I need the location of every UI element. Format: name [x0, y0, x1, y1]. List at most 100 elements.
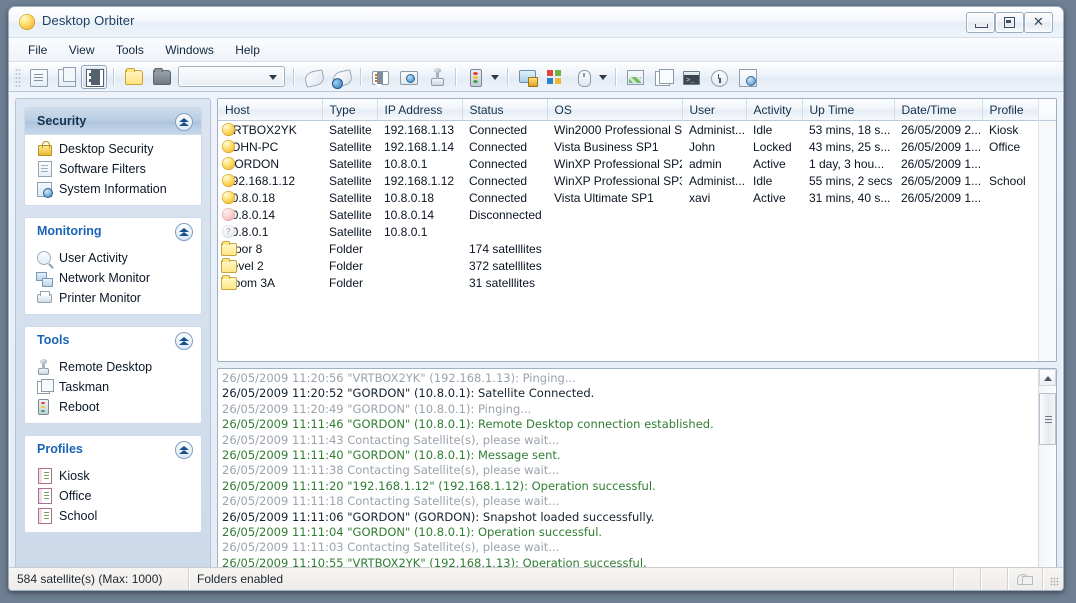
column-header-uptime[interactable]: Up Time	[802, 99, 895, 121]
satellite-info-button[interactable]	[328, 65, 354, 89]
column-header-type[interactable]: Type	[322, 99, 378, 121]
close-button[interactable]: ✕	[1024, 12, 1053, 33]
menu-item-help[interactable]: Help	[226, 41, 269, 59]
system-info-icon	[739, 68, 757, 87]
cell-datetime: 26/05/2009 1...	[901, 156, 982, 171]
mouse-button[interactable]	[570, 65, 596, 89]
remote-control-button[interactable]	[423, 65, 449, 89]
table-row[interactable]: 10.8.0.18 Satellite 10.8.0.18 Connected Vist…	[218, 189, 1056, 206]
sidebar-group-header-tools[interactable]: Tools	[25, 327, 201, 353]
windows-button[interactable]	[542, 65, 568, 89]
chevron-up-icon[interactable]	[175, 441, 193, 459]
cell-uptime	[802, 257, 894, 274]
toolbar-grip[interactable]	[14, 66, 21, 87]
cell-host: GORDON	[218, 155, 322, 172]
column-header-ip-address[interactable]: IP Address	[377, 99, 463, 121]
menu-item-view[interactable]: View	[60, 41, 104, 59]
sidebar-item-school[interactable]: School	[25, 506, 201, 526]
resize-grip-icon[interactable]	[1043, 568, 1063, 590]
sidebar-item-label: Network Monitor	[59, 271, 150, 285]
toolbar-separator	[293, 67, 294, 86]
connection-icon[interactable]	[1008, 568, 1043, 590]
satellite-button[interactable]	[300, 65, 326, 89]
column-header-host[interactable]: Host	[218, 99, 323, 121]
mouse-dropdown-arrow[interactable]	[597, 66, 610, 88]
scrollbar-thumb[interactable]	[1039, 393, 1056, 445]
menu-item-tools[interactable]: Tools	[107, 41, 153, 59]
stack-windows-icon	[37, 379, 54, 394]
sidebar-item-office[interactable]: Office	[25, 486, 201, 506]
scroll-up-button[interactable]	[1039, 369, 1056, 386]
folder-dark-button[interactable]	[148, 65, 174, 89]
column-header-activity[interactable]: Activity	[746, 99, 803, 121]
cell-datetime	[894, 274, 982, 291]
cell-status: Disconnected	[469, 207, 542, 222]
sidebar-item-label: Office	[59, 489, 92, 503]
new-document-button[interactable]	[25, 65, 51, 89]
column-header-datetime[interactable]: Date/Time	[894, 99, 983, 121]
chevron-up-icon[interactable]	[175, 332, 193, 350]
table-row[interactable]: Room 3A Folder 31 satelllites	[218, 274, 1056, 291]
sidebar-item-system-information[interactable]: System Information	[25, 179, 201, 199]
table-row[interactable]: 10.8.0.14 Satellite 10.8.0.14 Disconnected	[218, 206, 1056, 223]
system-info-button[interactable]	[734, 65, 760, 89]
status-spacer-2	[981, 568, 1008, 590]
table-row[interactable]: GORDON Satellite 10.8.0.1 Connected WinXP Pr…	[218, 155, 1056, 172]
cell-os	[547, 240, 682, 257]
status-folders-state: Folders enabled	[189, 568, 954, 590]
menu-item-file[interactable]: File	[19, 41, 56, 59]
list-view-button[interactable]	[81, 64, 107, 89]
sidebar-item-kiosk[interactable]: Kiosk	[25, 466, 201, 486]
sidebar-item-printer-monitor[interactable]: Printer Monitor	[25, 288, 201, 308]
sidebar-item-software-filters[interactable]: Software Filters	[25, 159, 201, 179]
sidebar-item-remote-desktop[interactable]: Remote Desktop	[25, 357, 201, 377]
profile-icon	[38, 468, 52, 484]
monitor-lock-icon	[519, 69, 538, 87]
joystick-icon	[38, 359, 49, 375]
sidebar-item-desktop-security[interactable]: Desktop Security	[25, 139, 201, 159]
column-header-os[interactable]: OS	[547, 99, 683, 121]
column-label: Type	[329, 102, 356, 117]
chevron-up-icon[interactable]	[175, 223, 193, 241]
command-prompt-button[interactable]	[678, 65, 704, 89]
message-button[interactable]	[367, 65, 393, 89]
log-vertical-scrollbar[interactable]	[1038, 369, 1056, 584]
maximize-button[interactable]	[995, 12, 1024, 33]
folder-button[interactable]	[120, 65, 146, 89]
sidebar-group-security: Security Desktop Security Software Filte…	[24, 107, 202, 206]
reboot-dropdown-arrow[interactable]	[489, 66, 502, 88]
sidebar-group-header-security[interactable]: Security	[25, 108, 201, 135]
lock-desktop-button[interactable]	[514, 65, 540, 89]
sidebar-item-network-monitor[interactable]: Network Monitor	[25, 268, 201, 288]
cell-ip: 192.168.1.13	[384, 122, 455, 137]
cell-host: 10.8.0.14	[218, 206, 322, 223]
table-row[interactable]: 192.168.1.12 Satellite 192.168.1.12 Connect…	[218, 172, 1056, 189]
grid-vertical-scrollbar[interactable]	[1038, 99, 1056, 361]
column-header-user[interactable]: User	[682, 99, 747, 121]
sidebar-item-label: Remote Desktop	[59, 360, 153, 374]
taskman-button[interactable]	[650, 65, 676, 89]
reboot-button[interactable]	[462, 65, 488, 89]
sidebar-item-user-activity[interactable]: User Activity	[25, 248, 201, 268]
cell-type: Satellite	[329, 190, 372, 205]
table-row[interactable]: 10.8.0.1 Satellite 10.8.0.1	[218, 223, 1056, 240]
chevron-up-icon[interactable]	[175, 113, 193, 131]
folder-select-combo[interactable]	[178, 66, 285, 87]
cell-activity	[746, 240, 802, 257]
log-pane: 26/05/2009 11:20:56 "VRTBOX2YK" (192.168…	[217, 368, 1057, 585]
snapshot-button[interactable]	[395, 65, 421, 89]
scheduler-button[interactable]	[706, 65, 732, 89]
menu-item-windows[interactable]: Windows	[156, 41, 223, 59]
column-header-status[interactable]: Status	[462, 99, 548, 121]
table-row[interactable]: Floor 8 Folder 174 satelllites	[218, 240, 1056, 257]
sidebar-group-header-profiles[interactable]: Profiles	[25, 436, 201, 462]
minimize-button[interactable]	[966, 12, 995, 33]
wallpaper-button[interactable]	[622, 65, 648, 89]
sidebar-item-reboot[interactable]: Reboot	[25, 397, 201, 417]
table-row[interactable]: VRTBOX2YK Satellite 192.168.1.13 Connected W…	[218, 121, 1056, 139]
table-row[interactable]: Level 2 Folder 372 satelllites	[218, 257, 1056, 274]
table-row[interactable]: JOHN-PC Satellite 192.168.1.14 Connected Vis…	[218, 138, 1056, 155]
copy-document-button[interactable]	[53, 65, 79, 89]
sidebar-item-taskman[interactable]: Taskman	[25, 377, 201, 397]
sidebar-group-header-monitoring[interactable]: Monitoring	[25, 218, 201, 244]
